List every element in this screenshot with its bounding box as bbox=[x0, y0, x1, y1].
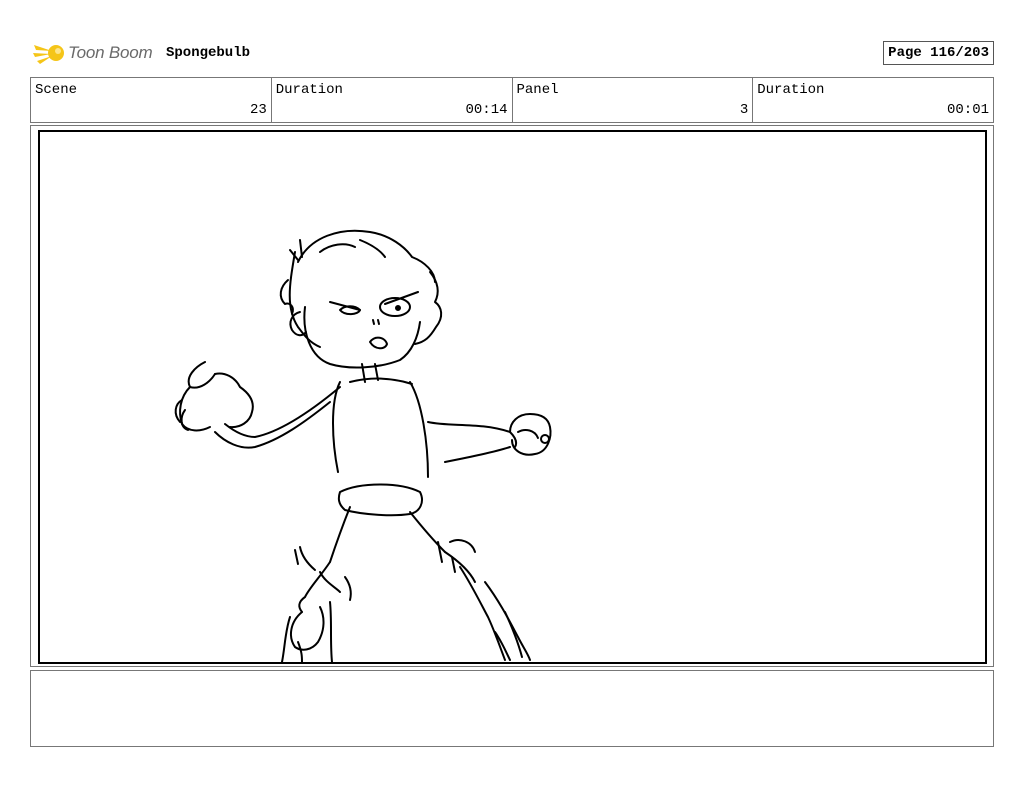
scene-info-row: Scene 23 Duration 00:14 Panel 3 Duration… bbox=[30, 77, 994, 123]
panel-duration-label: Duration bbox=[757, 82, 825, 98]
storyboard-header: Toon Boom Spongebulb Page 116/203 bbox=[30, 36, 994, 70]
scene-duration-label: Duration bbox=[275, 82, 343, 98]
panel-notes bbox=[30, 670, 994, 747]
panel-frame bbox=[30, 125, 994, 667]
scene-duration-cell: Duration 00:14 bbox=[272, 78, 513, 122]
logo-text: Toon Boom bbox=[68, 43, 153, 62]
panel-label: Panel bbox=[516, 82, 559, 98]
page-number: Page 116/203 bbox=[883, 41, 994, 65]
panel-value: 3 bbox=[739, 102, 749, 118]
toon-boom-logo: Toon Boom bbox=[32, 38, 153, 68]
comet-icon bbox=[33, 45, 64, 64]
character-sketch bbox=[174, 229, 552, 662]
scene-cell: Scene 23 bbox=[31, 78, 272, 122]
project-title: Spongebulb bbox=[166, 45, 251, 61]
scene-duration-value: 00:14 bbox=[465, 102, 508, 118]
scene-label: Scene bbox=[35, 82, 78, 98]
scene-value: 23 bbox=[249, 102, 267, 118]
panel-cell: Panel 3 bbox=[513, 78, 754, 122]
panel-drawing-area bbox=[38, 130, 987, 664]
panel-duration-value: 00:01 bbox=[946, 102, 989, 118]
panel-duration-cell: Duration 00:01 bbox=[753, 78, 993, 122]
